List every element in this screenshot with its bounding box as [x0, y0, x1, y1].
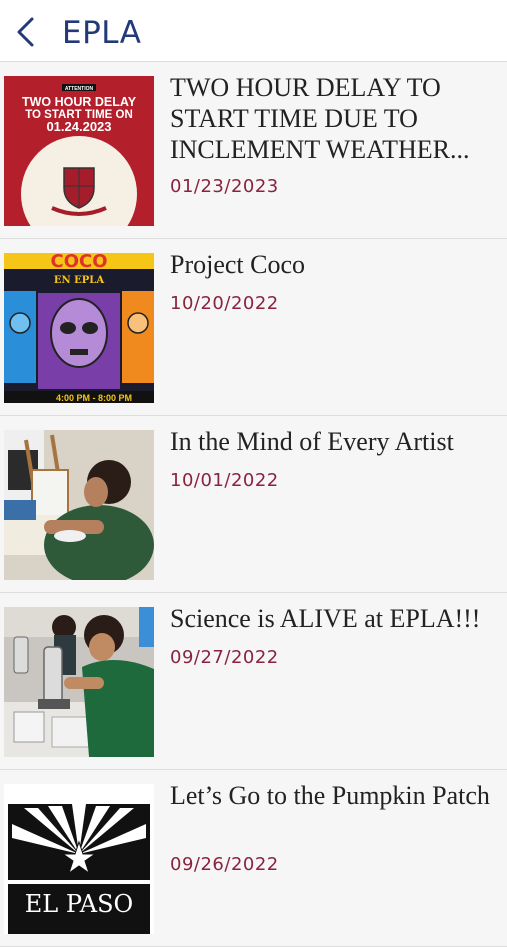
list-item[interactable]: In the Mind of Every Artist 10/01/2022 [0, 416, 507, 593]
news-list: ATTENTION TWO HOUR DELAY TO START TIME O… [0, 62, 507, 947]
list-item[interactable]: EL PASO Let’s Go to the Pumpkin Patch 09… [0, 770, 507, 947]
photo-thumbnail [4, 430, 154, 580]
back-button[interactable] [10, 14, 42, 50]
svg-text:ATTENTION: ATTENTION [65, 86, 94, 92]
list-item[interactable]: COCO EN EPLA 4:00 PM - 8:00 PM Project C… [0, 239, 507, 416]
item-title: In the Mind of Every Artist [170, 427, 454, 456]
item-date: 01/23/2023 [170, 176, 279, 197]
app-header: EPLA [0, 0, 507, 62]
item-date: 10/01/2022 [170, 470, 279, 491]
logo-thumbnail: EL PASO [4, 784, 154, 934]
list-item[interactable]: ATTENTION TWO HOUR DELAY TO START TIME O… [0, 62, 507, 239]
svg-text:COCO: COCO [50, 253, 107, 272]
svg-text:4:00 PM - 8:00 PM: 4:00 PM - 8:00 PM [56, 393, 132, 403]
item-date: 09/27/2022 [170, 647, 279, 668]
svg-text:TWO HOUR DELAY: TWO HOUR DELAY [22, 95, 137, 109]
chevron-left-icon [17, 17, 34, 47]
item-title: Science is ALIVE at EPLA!!! [170, 604, 481, 633]
flyer-thumbnail: ATTENTION TWO HOUR DELAY TO START TIME O… [4, 76, 154, 226]
item-title: Project Coco [170, 250, 306, 279]
item-title: Let’s Go to the Pumpkin Patch [170, 781, 490, 810]
svg-text:01.24.2023: 01.24.2023 [46, 119, 111, 134]
item-title: TWO HOUR DELAY TO START TIME DUE TO INCL… [170, 73, 470, 164]
item-date: 10/20/2022 [170, 293, 279, 314]
page-title: EPLA [62, 15, 142, 51]
item-date: 09/26/2022 [170, 854, 279, 875]
photo-thumbnail [4, 607, 154, 757]
svg-text:EN EPLA: EN EPLA [54, 275, 104, 286]
poster-thumbnail: COCO EN EPLA 4:00 PM - 8:00 PM [4, 253, 154, 403]
svg-text:EL PASO: EL PASO [25, 890, 133, 918]
list-item[interactable]: Science is ALIVE at EPLA!!! 09/27/2022 [0, 593, 507, 770]
